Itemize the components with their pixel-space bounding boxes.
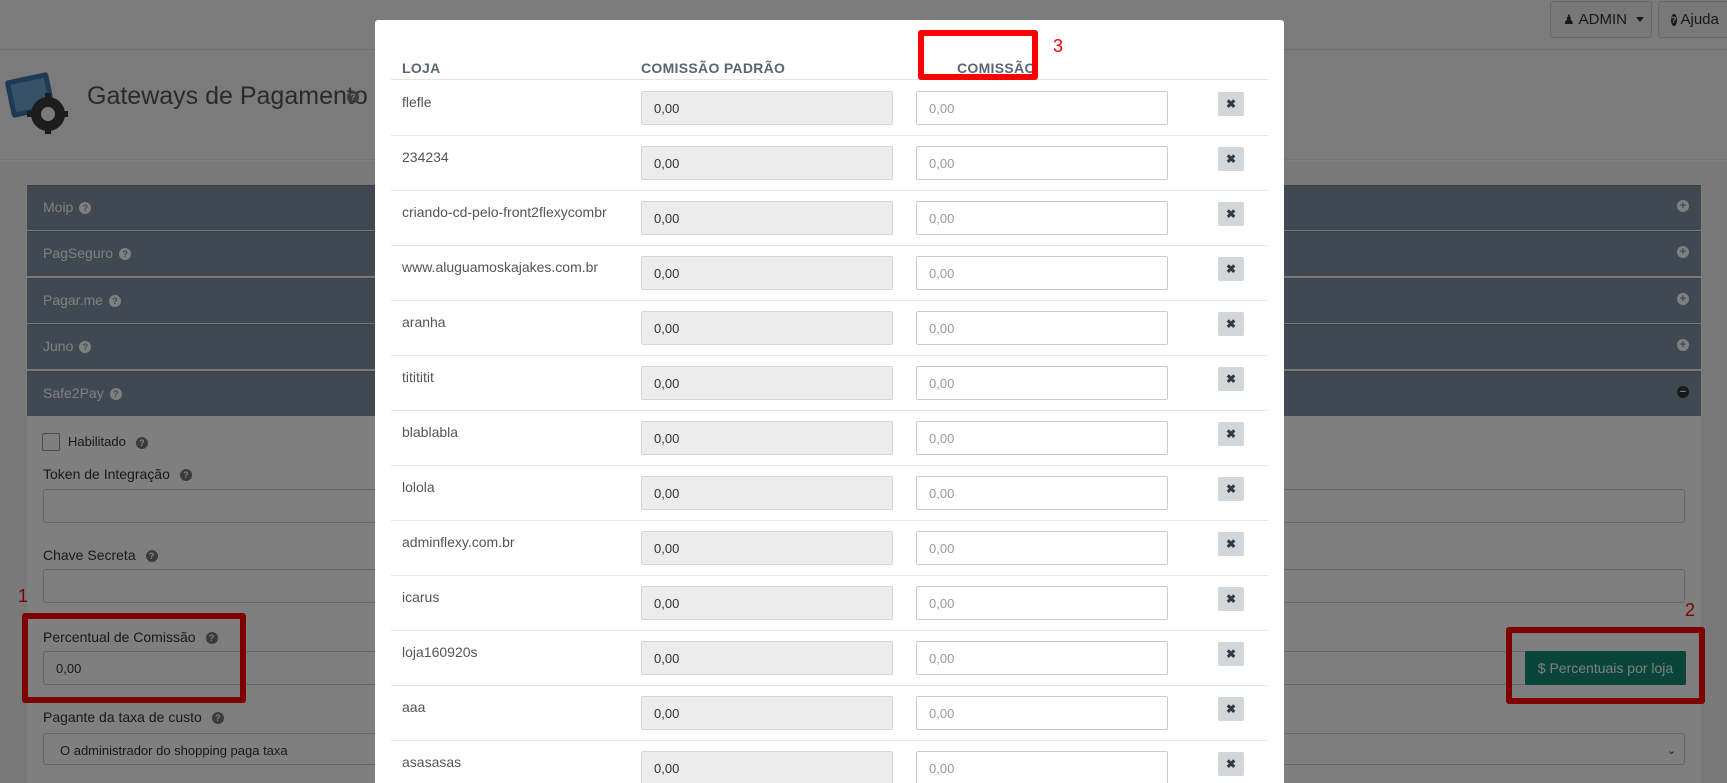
remove-button[interactable]: ✖	[1218, 752, 1244, 776]
default-commission-field: 0,00	[641, 91, 893, 125]
table-header: LOJA COMISSÃO PADRÃO COMISSÃO	[391, 30, 1268, 80]
close-icon: ✖	[1225, 97, 1237, 111]
table-row: aaa 0,00 0,00 ✖	[391, 686, 1268, 741]
commission-input[interactable]: 0,00	[916, 256, 1168, 290]
remove-button[interactable]: ✖	[1218, 367, 1244, 391]
default-commission-field: 0,00	[641, 476, 893, 510]
table-row: lolola 0,00 0,00 ✖	[391, 466, 1268, 521]
close-icon: ✖	[1225, 592, 1237, 606]
table-row: www.aluguamoskajakes.com.br 0,00 0,00 ✖	[391, 246, 1268, 301]
commission-input[interactable]: 0,00	[916, 751, 1168, 783]
store-name: titititit	[402, 369, 434, 385]
remove-button[interactable]: ✖	[1218, 92, 1244, 116]
store-name: criando-cd-pelo-front2flexycombr	[402, 204, 607, 220]
remove-button[interactable]: ✖	[1218, 477, 1244, 501]
default-commission-field: 0,00	[641, 201, 893, 235]
store-name: lolola	[402, 479, 435, 495]
table-row: adminflexy.com.br 0,00 0,00 ✖	[391, 521, 1268, 576]
commission-input[interactable]: 0,00	[916, 696, 1168, 730]
per-store-commission-modal: LOJA COMISSÃO PADRÃO COMISSÃO 3 flefle 0,…	[375, 20, 1284, 783]
store-name: aranha	[402, 314, 446, 330]
table-row: icarus 0,00 0,00 ✖	[391, 576, 1268, 631]
store-name: aaa	[402, 699, 426, 715]
store-name: flefle	[402, 94, 432, 110]
store-name: adminflexy.com.br	[402, 534, 515, 550]
table-row: criando-cd-pelo-front2flexycombr 0,00 0,00…	[391, 191, 1268, 246]
close-icon: ✖	[1225, 702, 1237, 716]
store-name: blablabla	[402, 424, 459, 440]
table-row: 234234 0,00 0,00 ✖	[391, 136, 1268, 191]
remove-button[interactable]: ✖	[1218, 587, 1244, 611]
store-name: loja160920s	[402, 644, 478, 660]
close-icon: ✖	[1225, 317, 1237, 331]
remove-button[interactable]: ✖	[1218, 532, 1244, 556]
commission-input[interactable]: 0,00	[916, 641, 1168, 675]
default-commission-field: 0,00	[641, 256, 893, 290]
commission-input[interactable]: 0,00	[916, 91, 1168, 125]
table-row: loja160920s 0,00 0,00 ✖	[391, 631, 1268, 686]
close-icon: ✖	[1225, 537, 1237, 551]
default-commission-field: 0,00	[641, 586, 893, 620]
commission-input[interactable]: 0,00	[916, 366, 1168, 400]
remove-button[interactable]: ✖	[1218, 257, 1244, 281]
remove-button[interactable]: ✖	[1218, 422, 1244, 446]
close-icon: ✖	[1225, 207, 1237, 221]
store-name: 234234	[402, 149, 449, 165]
close-icon: ✖	[1225, 757, 1237, 771]
column-header-default-commission: COMISSÃO PADRÃO	[641, 60, 786, 76]
store-name: icarus	[402, 589, 440, 605]
store-name: www.aluguamoskajakes.com.br	[402, 259, 599, 275]
default-commission-field: 0,00	[641, 366, 893, 400]
commission-input[interactable]: 0,00	[916, 311, 1168, 345]
close-icon: ✖	[1225, 482, 1237, 496]
default-commission-field: 0,00	[641, 146, 893, 180]
annotation-number-3: 3	[1053, 36, 1064, 56]
default-commission-field: 0,00	[641, 311, 893, 345]
commission-input[interactable]: 0,00	[916, 421, 1168, 455]
remove-button[interactable]: ✖	[1218, 312, 1244, 336]
default-commission-field: 0,00	[641, 641, 893, 675]
annotation-box-3	[918, 30, 1038, 80]
remove-button[interactable]: ✖	[1218, 147, 1244, 171]
commission-input[interactable]: 0,00	[916, 201, 1168, 235]
store-name: asasasas	[402, 754, 462, 770]
remove-button[interactable]: ✖	[1218, 202, 1244, 226]
commission-input[interactable]: 0,00	[916, 586, 1168, 620]
remove-button[interactable]: ✖	[1218, 642, 1244, 666]
close-icon: ✖	[1225, 152, 1237, 166]
table-row: flefle 0,00 0,00 ✖	[391, 81, 1268, 136]
commission-input[interactable]: 0,00	[916, 146, 1168, 180]
default-commission-field: 0,00	[641, 696, 893, 730]
close-icon: ✖	[1225, 647, 1237, 661]
close-icon: ✖	[1225, 262, 1237, 276]
default-commission-field: 0,00	[641, 421, 893, 455]
table-row: asasasas 0,00 0,00 ✖	[391, 741, 1268, 783]
default-commission-field: 0,00	[641, 531, 893, 565]
table-row: blablabla 0,00 0,00 ✖	[391, 411, 1268, 466]
commission-input[interactable]: 0,00	[916, 476, 1168, 510]
table-row: titititit 0,00 0,00 ✖	[391, 356, 1268, 411]
table-row: aranha 0,00 0,00 ✖	[391, 301, 1268, 356]
remove-button[interactable]: ✖	[1218, 697, 1244, 721]
commission-input[interactable]: 0,00	[916, 531, 1168, 565]
close-icon: ✖	[1225, 427, 1237, 441]
column-header-store: LOJA	[402, 60, 441, 76]
default-commission-field: 0,00	[641, 751, 893, 783]
close-icon: ✖	[1225, 372, 1237, 386]
